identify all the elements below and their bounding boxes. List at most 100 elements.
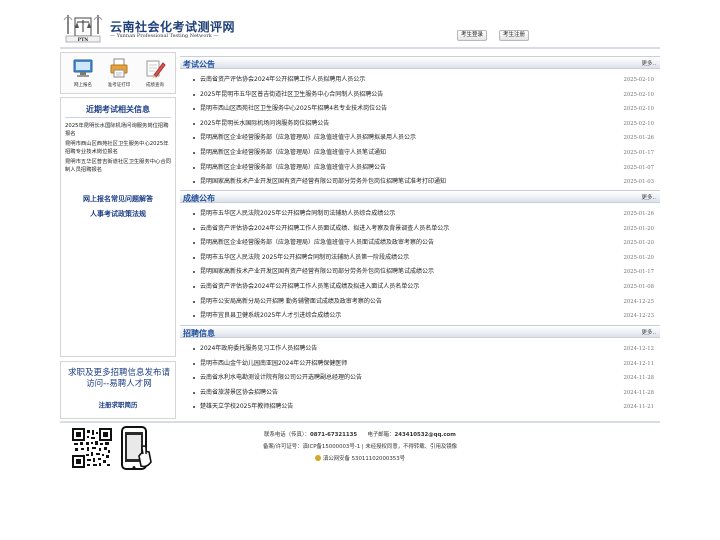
- site-subtitle-text: Yunnan Professional Testing Network: [116, 33, 212, 39]
- faq-link[interactable]: 网上报名常见问题解答: [61, 194, 175, 204]
- list-item: 昆明国家高新技术产业开发区国有资产经营有限公司部分劳务外包岗位招聘笔试准考打印通…: [180, 175, 660, 190]
- bullet-icon: [193, 377, 195, 380]
- footer-icp[interactable]: 备案/许可证号：滇ICP备15000003号-1 | 未经授权同意，不得转载、引…: [200, 442, 520, 450]
- contact-label: 联系电话（传真）：: [264, 432, 310, 438]
- list-item: 昆明市西山金牛幼儿园南亚园2024年公开招聘保健医师 2024-12-11: [180, 357, 660, 372]
- item-date: 2025-01-20: [623, 240, 654, 247]
- login-button[interactable]: 考生登录: [457, 30, 488, 41]
- item-title[interactable]: 昆明高新区企业经营服务部（应急管理局）应急值班值守人员招聘拟录用人员公示: [200, 131, 416, 146]
- register-button[interactable]: 考生注册: [499, 30, 530, 41]
- footer-contact: 联系电话（传真）：0871-67321135 电子邮箱：243410532@qq…: [200, 430, 520, 438]
- list-item: 云南省水利水电勘测设计院有限公司公开选聘副总经理的公告 2024-11-28: [180, 371, 660, 386]
- sidebar-item[interactable]: 昆明市西山区西苑社区卫生服务中心2025年招聘专业技术岗位报名: [65, 140, 173, 156]
- police-badge-icon: [314, 455, 321, 461]
- bullet-icon: [193, 166, 195, 169]
- contact-phone: 0871-67321135: [309, 432, 358, 438]
- item-title[interactable]: 昆明高新区企业经营服务部（应急管理局）应急值班值守人员笔试通知: [200, 146, 386, 161]
- recent-exam-info-title: 近期考试相关信息: [86, 105, 150, 114]
- item-date: 2025-01-03: [623, 179, 654, 186]
- score-query-link[interactable]: 成绩查询: [139, 57, 171, 93]
- item-date: 2024-12-11: [623, 360, 654, 367]
- site-logo[interactable]: PTN: [62, 12, 104, 44]
- site-header: PTN 云南社会化考试测评网 — Yunnan Professional Tes…: [60, 8, 660, 48]
- recent-exam-info-panel: 近期考试相关信息 2025年昆明长水国际机场问询服务岗位招聘报名 昆明市西山区西…: [60, 97, 176, 357]
- section-header: 成绩公布 更多..: [180, 190, 660, 203]
- list-item: 2025年昆明市五华区普吉街道社区卫生服务中心合同制人员招聘公告 2025-02-…: [180, 88, 660, 103]
- item-title[interactable]: 2024年政府委托服务见习工作人员招聘公告: [200, 342, 317, 357]
- item-title[interactable]: 昆明国家高新技术产业开发区国有资产经营有限公司部分劳务外包岗位招聘笔试成绩公示: [200, 265, 434, 280]
- register-resume-link[interactable]: 注册求职简历: [61, 399, 175, 409]
- bullet-icon: [193, 315, 195, 318]
- bullet-icon: [193, 391, 195, 394]
- svg-text:PTN: PTN: [78, 37, 89, 43]
- item-title[interactable]: 昆明市五华区人民法院 2025年公开招聘合同制司法辅助人员第一阶段成绩公示: [200, 251, 409, 266]
- more-link[interactable]: 更多..: [642, 328, 657, 336]
- item-title[interactable]: 昆明市宜良县卫健系统2025年人才引进综合成绩公示: [200, 309, 341, 324]
- item-title[interactable]: 云南省旅游景区协会招聘公告: [200, 386, 278, 401]
- footer-police: 滇公网安备 53011102000353号: [200, 454, 520, 462]
- item-date: 2024-11-28: [623, 375, 654, 382]
- more-link[interactable]: 更多..: [642, 193, 657, 201]
- item-date: 2024-11-28: [623, 389, 654, 396]
- item-title[interactable]: 2025年昆明市五华区普吉街道社区卫生服务中心合同制人员招聘公告: [200, 88, 383, 103]
- bullet-icon: [193, 151, 195, 154]
- mobile-phone-icon: [121, 426, 152, 470]
- bullet-icon: [193, 362, 195, 365]
- section-title: 考试公告: [183, 60, 215, 69]
- qr-code-icon: [72, 428, 112, 468]
- bullet-icon: [193, 406, 195, 409]
- bullet-icon: [193, 242, 195, 245]
- more-link[interactable]: 更多..: [642, 59, 657, 67]
- score-release-section: 成绩公布 更多.. 昆明市五华区人民法院2025年公开招聘合同制司法辅助人员综合…: [180, 190, 660, 320]
- list-item: 昆明高新区企业经营服务部（应急管理局）应急值班值守人员招聘拟录用人员公示 2025…: [180, 131, 660, 146]
- item-date: 2025-02-10: [623, 91, 654, 98]
- recent-exam-info-list: 2025年昆明长水国际机场问询服务岗位招聘报名 昆明市西山区西苑社区卫生服务中心…: [65, 122, 173, 176]
- recruitment-list: 2024年政府委托服务见习工作人员招聘公告 2024-12-12 昆明市西山金牛幼…: [180, 342, 660, 415]
- item-date: 2025-01-17: [623, 149, 654, 156]
- police-record[interactable]: 滇公网安备 53011102000353号: [323, 456, 405, 462]
- item-title[interactable]: 楚雄天立学校2025年教师招聘公告: [200, 400, 293, 415]
- item-title[interactable]: 昆明高新区企业经营服务部（应急管理局）应急值班值守人员面试成绩及政审考察的公告: [200, 236, 434, 251]
- bullet-icon: [193, 213, 195, 215]
- announcement-list: 云南省资产评估协会2024年公开招聘工作人员拟聘用人员公示 2025-02-10 …: [180, 73, 660, 190]
- item-title[interactable]: 2025年昆明长水国际机场问询服务岗位招聘公告: [200, 117, 329, 132]
- printer-icon: [110, 58, 128, 78]
- section-title: 招聘信息: [183, 329, 215, 338]
- list-item: 昆明市宜良县卫健系统2025年人才引进综合成绩公示 2024-12-23: [180, 309, 660, 324]
- item-title[interactable]: 昆明市西山区西苑社区卫生服务中心2025年招聘4名专业技术岗位公告: [200, 102, 387, 117]
- contact-email[interactable]: 243410532@qq.com: [394, 432, 455, 438]
- item-title[interactable]: 云南省水利水电勘测设计院有限公司公开选聘副总经理的公告: [200, 371, 362, 386]
- bullet-icon: [193, 271, 195, 274]
- admission-ticket-print-link[interactable]: 准考证打印: [103, 57, 135, 93]
- policy-link[interactable]: 人事考试政策法规: [61, 209, 175, 219]
- sidebar-item[interactable]: 昆明市五华区普吉街道社区卫生服务中心合同制人员招聘报名: [65, 158, 173, 174]
- item-date: 2025-01-20: [623, 225, 654, 232]
- item-title[interactable]: 云南省资产评估协会2024年公开招聘工作人员拟聘用人员公示: [200, 73, 365, 88]
- item-title[interactable]: 云南省资产评估协会2024年公开招聘工作人员面试成绩、拟进入考察及背景调查人员名…: [200, 222, 449, 237]
- online-registration-link[interactable]: 网上报名: [67, 57, 99, 93]
- list-item: 昆明市五华区人民法院2025年公开招聘合同制司法辅助人员综合成绩公示 2025-0…: [180, 207, 660, 222]
- bullet-icon: [193, 348, 195, 350]
- item-title[interactable]: 昆明市五华区人民法院2025年公开招聘合同制司法辅助人员综合成绩公示: [200, 207, 395, 222]
- item-date: 2025-01-26: [623, 135, 654, 142]
- recruit-promo-link[interactable]: 求职及更多招聘信息发布请访问--易聘人才网: [65, 368, 173, 390]
- bullet-icon: [193, 108, 195, 111]
- list-item: 昆明国家高新技术产业开发区国有资产经营有限公司部分劳务外包岗位招聘笔试成绩公示 2…: [180, 265, 660, 280]
- item-title[interactable]: 云南省资产评估协会2024年公开招聘工作人员笔试成绩及拟进入面试人员名单公示: [200, 280, 419, 295]
- bullet-icon: [193, 227, 195, 230]
- list-item: 2025年昆明长水国际机场问询服务岗位招聘公告 2025-02-10: [180, 117, 660, 132]
- item-title[interactable]: 昆明高新区企业经营服务部（应急管理局）应急值班值守人员招聘公告: [200, 161, 386, 176]
- bullet-icon: [193, 256, 195, 259]
- item-title[interactable]: 昆明国家高新技术产业开发区国有资产经营有限公司部分劳务外包岗位招聘笔试准考打印通…: [200, 175, 446, 190]
- item-date: 2025-01-17: [623, 269, 654, 276]
- list-item: 云南省旅游景区协会招聘公告 2024-11-28: [180, 386, 660, 401]
- item-title[interactable]: 昆明市西山金牛幼儿园南亚园2024年公开招聘保健医师: [200, 357, 347, 372]
- list-item: 昆明高新区企业经营服务部（应急管理局）应急值班值守人员面试成绩及政审考察的公告 2…: [180, 236, 660, 251]
- sidebar-item[interactable]: 2025年昆明长水国际机场问询服务岗位招聘报名: [65, 122, 173, 138]
- item-date: 2025-02-10: [623, 77, 654, 83]
- item-title[interactable]: 昆明市公安局高新分局公开招聘 勤务辅警面试成绩及政审考察的公告: [200, 295, 382, 310]
- email-label: 电子邮箱：: [367, 432, 395, 438]
- item-date: 2024-12-25: [623, 298, 654, 305]
- recruitment-info-section: 招聘信息 更多.. 2024年政府委托服务见习工作人员招聘公告 2024-12-1…: [180, 325, 660, 417]
- item-date: 2024-12-23: [623, 313, 654, 320]
